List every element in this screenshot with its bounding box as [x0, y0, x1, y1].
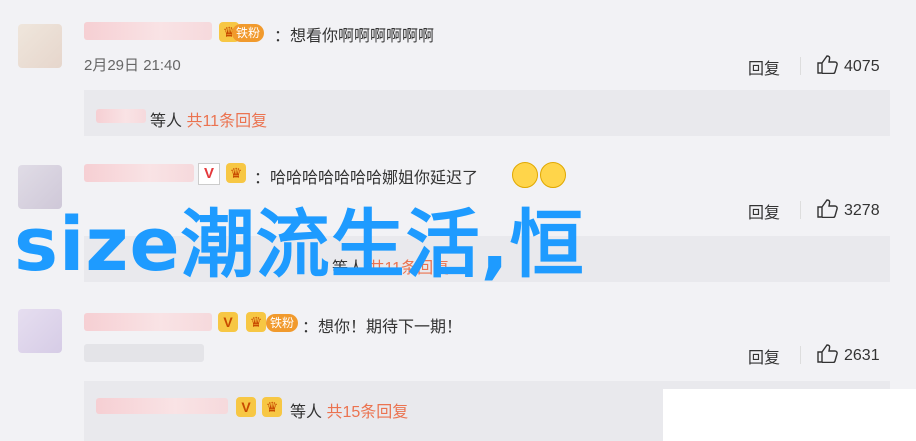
like-button[interactable]: 3278 — [816, 198, 880, 223]
fan-badge: 铁粉 — [232, 24, 265, 42]
reply-summary: 等人 共11条回复 — [150, 107, 267, 131]
reply-button[interactable]: 回复 — [748, 55, 780, 79]
divider — [800, 201, 801, 219]
timestamp: 2月29日 21:40 — [84, 57, 181, 74]
divider — [800, 57, 801, 75]
watermark-text: size潮流生活,恒 — [14, 202, 585, 288]
comment-text: ：想看你啊啊啊啊啊啊 — [274, 28, 435, 45]
reply-username-blurred[interactable] — [96, 109, 146, 123]
timestamp-blurred — [84, 344, 204, 362]
thumbs-up-icon — [816, 198, 838, 223]
avatar[interactable] — [18, 309, 62, 353]
avatar[interactable] — [18, 24, 62, 68]
comment-text: ：想你！期待下一期！ — [302, 319, 463, 336]
like-button[interactable]: 4075 — [816, 54, 880, 79]
fan-badge: 铁粉 — [266, 314, 299, 332]
view-replies-link[interactable]: 共11条回复 — [186, 113, 267, 130]
thumbs-up-icon — [816, 343, 838, 368]
white-overlay — [663, 389, 916, 441]
crown-badge-icon: ♛ — [246, 312, 266, 332]
username-blurred[interactable] — [84, 164, 194, 182]
reply-prefix: 等人 — [150, 113, 183, 130]
username-blurred[interactable] — [84, 22, 212, 40]
view-replies-link[interactable]: 共15条回复 — [326, 404, 408, 421]
reply-summary: 等人 共15条回复 — [290, 398, 408, 422]
divider — [800, 346, 801, 364]
crown-badge-icon: ♛ — [262, 397, 282, 417]
vip-badge-icon: V — [218, 312, 238, 332]
reply-username-blurred[interactable] — [96, 398, 228, 414]
thumbs-up-icon — [816, 54, 838, 79]
reply-prefix: 等人 — [290, 404, 323, 421]
like-count: 2631 — [844, 346, 880, 364]
like-button[interactable]: 2631 — [816, 343, 880, 368]
comment-list: ♛ 铁粉 ：想看你啊啊啊啊啊啊 2月29日 21:40 回复 4075 等人 共… — [0, 0, 916, 441]
like-count: 3278 — [844, 201, 880, 219]
username-blurred[interactable] — [84, 313, 212, 331]
reply-button[interactable]: 回复 — [748, 199, 780, 223]
vip-badge-icon: V — [236, 397, 256, 417]
vip-badge-icon: ♛ — [226, 163, 246, 183]
like-count: 4075 — [844, 57, 880, 75]
reply-button[interactable]: 回复 — [748, 344, 780, 368]
verified-badge-icon: V — [198, 163, 220, 185]
